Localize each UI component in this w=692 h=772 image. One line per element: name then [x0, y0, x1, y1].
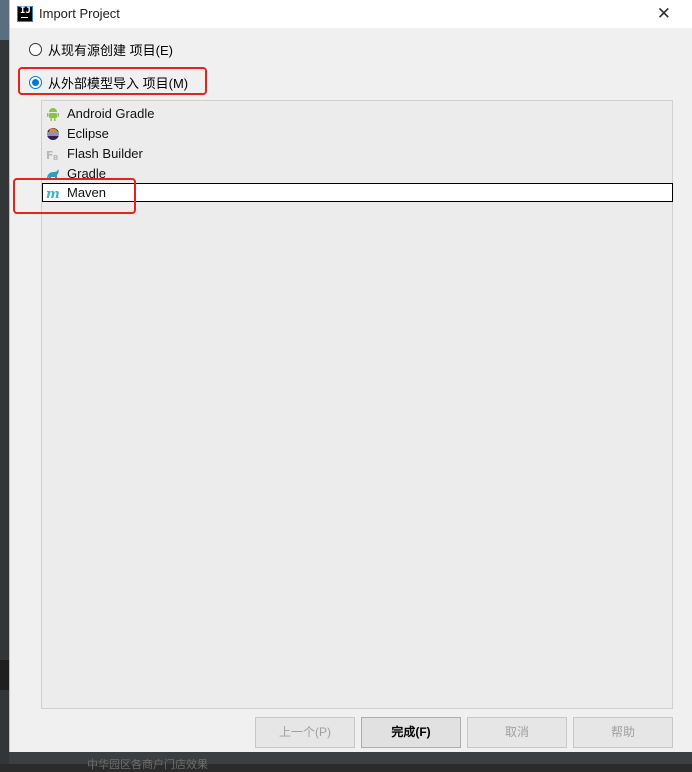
window-title: Import Project [39, 6, 120, 21]
intellij-app-icon: IJ [17, 6, 33, 22]
highlight-annotation [13, 178, 136, 214]
help-button[interactable]: 帮助 [573, 717, 673, 748]
list-item-flash-builder[interactable]: FB Flash Builder [43, 144, 671, 163]
svg-text:B: B [53, 154, 58, 161]
list-item-maven[interactable]: m Maven [42, 183, 673, 202]
background-window: 中华园区各商户门店效果 [9, 752, 692, 771]
cancel-button[interactable]: 取消 [467, 717, 567, 748]
option-label: 从现有源创建 项目(E) [48, 42, 173, 58]
title-bar: IJ Import Project ✕ [10, 0, 692, 28]
eclipse-icon [46, 127, 60, 141]
list-item-android-gradle[interactable]: Android Gradle [43, 104, 671, 123]
list-item-eclipse[interactable]: Eclipse [43, 124, 671, 143]
option-create-from-sources[interactable]: 从现有源创建 项目(E) [29, 40, 173, 58]
previous-button[interactable]: 上一个(P) [255, 717, 355, 748]
finish-button[interactable]: 完成(F) [361, 717, 461, 748]
close-icon[interactable]: ✕ [657, 4, 671, 24]
flash-builder-icon: FB [46, 147, 60, 162]
list-item-label: Eclipse [67, 126, 109, 141]
android-icon [46, 107, 60, 121]
list-item-gradle[interactable]: Gradle [43, 164, 671, 183]
background-text: 中华园区各商户门店效果 [87, 759, 208, 771]
radio-create-from-sources[interactable] [29, 42, 42, 56]
list-item-label: Flash Builder [67, 146, 143, 161]
list-item-label: Android Gradle [67, 106, 155, 121]
background-window-strip [0, 0, 9, 764]
import-project-dialog: IJ Import Project ✕ 从现有源创建 项目(E) 从外部模型导入… [9, 0, 692, 752]
highlight-annotation [18, 67, 207, 95]
